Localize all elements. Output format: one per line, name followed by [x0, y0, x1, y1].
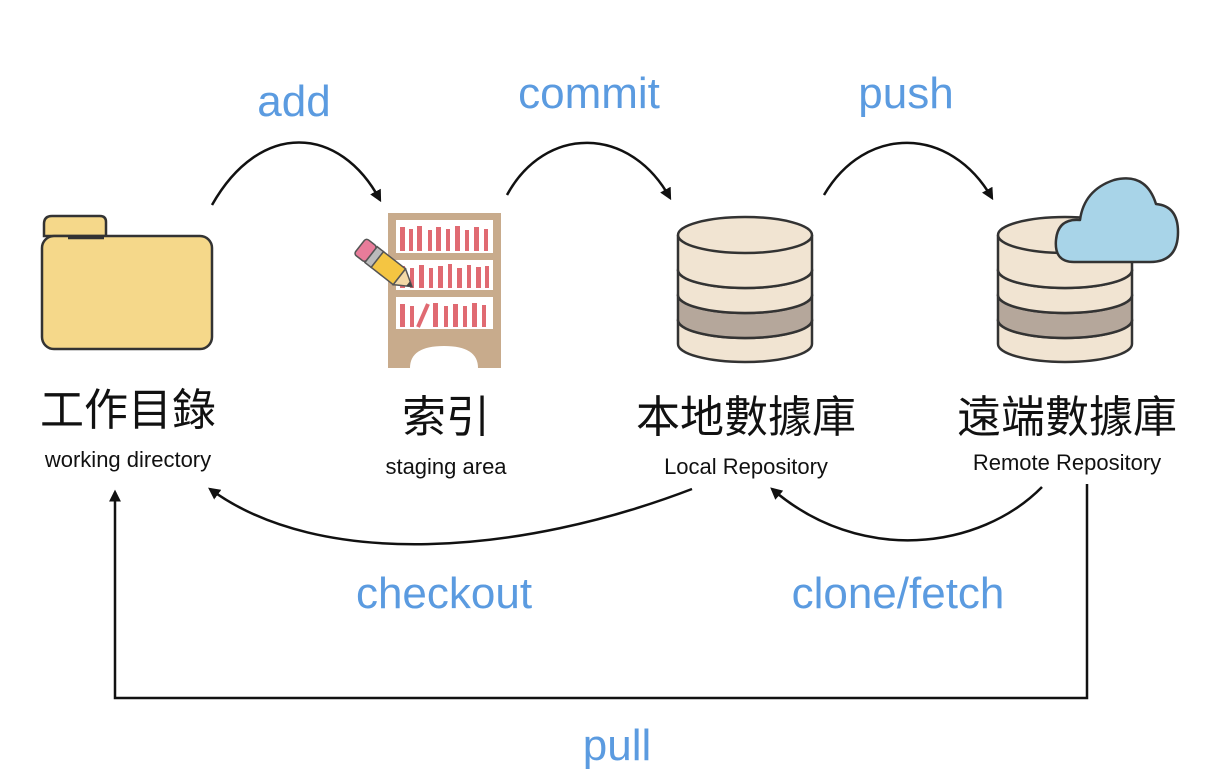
bookshelf-icon	[388, 213, 501, 368]
pull-label: pull	[583, 721, 652, 770]
push-label: push	[858, 69, 953, 118]
checkout-arrow	[208, 487, 693, 546]
remote-repository-subtitle: Remote Repository	[973, 450, 1161, 475]
clone-fetch-label: clone/fetch	[792, 569, 1005, 618]
clone-fetch-arrow	[770, 486, 1043, 542]
add-label: add	[257, 77, 330, 126]
commit-arrow	[505, 141, 672, 201]
git-workflow-diagram: add commit push checkout clone/fetch pul…	[0, 0, 1218, 780]
working-directory-title: 工作目錄	[40, 385, 216, 436]
staging-area-title: 索引	[402, 392, 490, 443]
commit-label: commit	[518, 69, 660, 118]
working-directory-subtitle: working directory	[44, 447, 211, 472]
database-icon	[676, 215, 814, 364]
remote-repository-title: 遠端數據庫	[957, 392, 1177, 443]
cloud-icon	[1054, 177, 1180, 264]
push-arrow	[822, 141, 994, 201]
checkout-label: checkout	[356, 569, 532, 618]
staging-area-subtitle: staging area	[385, 454, 507, 479]
cloud-database-icon	[996, 177, 1180, 364]
add-arrow	[210, 141, 382, 206]
local-repository-title: 本地數據庫	[636, 392, 856, 443]
local-repository-subtitle: Local Repository	[664, 454, 828, 479]
folder-icon	[40, 214, 214, 351]
